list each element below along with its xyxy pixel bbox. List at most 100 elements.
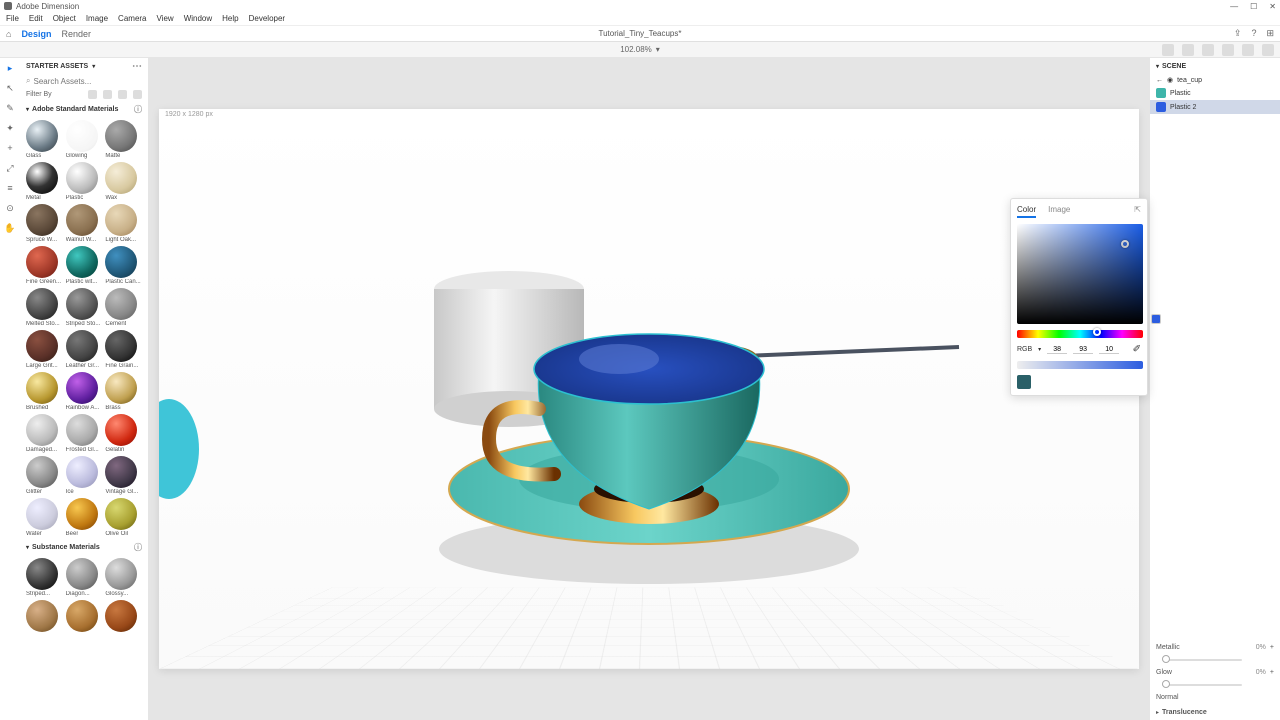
previous-color-swatch[interactable] [1017,375,1031,389]
material-item[interactable]: Wax [105,162,142,201]
viewport[interactable]: 1920 x 1280 px [148,58,1150,720]
material-item[interactable]: Vintage Gl... [105,456,142,495]
mode-design[interactable]: Design [21,29,51,39]
material-item[interactable] [105,600,142,633]
sample-tool[interactable]: ✎ [4,102,16,114]
hand-tool[interactable]: ✋ [4,222,16,234]
b-input[interactable] [1099,346,1119,354]
menu-object[interactable]: Object [53,14,76,23]
add-icon[interactable]: + [1270,669,1274,676]
menu-help[interactable]: Help [222,14,238,23]
camera-bookmark-icon[interactable] [1162,44,1174,56]
expand-icon[interactable]: ⇱ [1134,205,1141,218]
wand-tool[interactable]: ✦ [4,122,16,134]
camera-home-icon[interactable] [1222,44,1234,56]
tab-color[interactable]: Color [1017,205,1036,218]
close-button[interactable]: ✕ [1269,2,1276,11]
move-tool[interactable]: ↖ [4,82,16,94]
tab-image[interactable]: Image [1048,205,1070,218]
camera-undo-icon[interactable] [1182,44,1194,56]
maximize-button[interactable]: ☐ [1250,2,1257,11]
share-icon[interactable]: ⇪ [1234,28,1242,39]
metallic-slider[interactable] [1162,659,1242,661]
filter-materials-icon[interactable] [103,90,112,99]
material-item[interactable]: Diagon... [66,558,103,597]
material-item[interactable]: Glowing [66,120,103,159]
minimize-button[interactable]: — [1230,2,1238,11]
menu-view[interactable]: View [157,14,174,23]
material-item[interactable]: Leather Gr... [66,330,103,369]
material-item[interactable]: Water [26,498,63,537]
g-input[interactable] [1073,346,1093,354]
scale-tool[interactable]: ⤢ [4,162,16,174]
scene-panel-header[interactable]: ▾ SCENE [1150,58,1280,74]
material-item[interactable]: Plastic Can... [105,246,142,285]
material-item[interactable]: Frosted Gl... [66,414,103,453]
add-icon[interactable]: + [1270,644,1274,651]
material-item[interactable]: Metal [26,162,63,201]
material-item[interactable]: Glossy... [105,558,142,597]
prop-normal[interactable]: Normal [1150,690,1280,705]
material-item[interactable]: Brass [105,372,142,411]
select-tool[interactable]: ▸ [4,62,16,74]
prop-translucence[interactable]: ▸ Translucence [1150,705,1280,720]
menu-file[interactable]: File [6,14,19,23]
sv-handle[interactable] [1121,240,1129,248]
section-standard-materials[interactable]: ▾ Adobe Standard Materials ⓘ [20,101,148,118]
material-plastic[interactable]: Plastic [1150,86,1280,100]
material-item[interactable]: Plastic wit... [66,246,103,285]
material-item[interactable]: Plastic [66,162,103,201]
zoom-display[interactable]: 102.08%▾ [620,45,660,54]
material-item[interactable]: Ice [66,456,103,495]
filter-lights-icon[interactable] [118,90,127,99]
menu-window[interactable]: Window [184,14,212,23]
menu-image[interactable]: Image [86,14,108,23]
info-icon[interactable]: ⓘ [134,542,142,553]
material-item[interactable]: Spruce W... [26,204,63,243]
back-icon[interactable]: ← [1156,77,1163,84]
mode-render[interactable]: Render [61,29,91,39]
more-icon[interactable]: ⋯ [132,61,142,72]
material-item[interactable]: Gelatin [105,414,142,453]
camera-frame-icon[interactable] [1242,44,1254,56]
material-item[interactable]: Damaged... [26,414,63,453]
material-item[interactable] [26,600,63,633]
material-item[interactable]: Melted Sto... [26,288,63,327]
material-item[interactable]: Cement [105,288,142,327]
menu-developer[interactable]: Developer [249,14,285,23]
scene-breadcrumb[interactable]: ← ◉ tea_cup [1150,74,1280,86]
menu-camera[interactable]: Camera [118,14,146,23]
hue-slider[interactable] [1017,330,1143,338]
color-mode-dropdown[interactable]: RGB [1017,346,1032,353]
home-button[interactable]: ⌂ [6,29,11,39]
material-item[interactable]: Walnut W... [66,204,103,243]
camera-redo-icon[interactable] [1202,44,1214,56]
material-item[interactable]: Olive Oil [105,498,142,537]
alpha-slider[interactable] [1017,361,1143,369]
filter-images-icon[interactable] [133,90,142,99]
hue-handle[interactable] [1093,328,1101,336]
menu-edit[interactable]: Edit [29,14,43,23]
material-item[interactable]: Glitter [26,456,63,495]
material-item[interactable]: Glass [26,120,63,159]
material-item[interactable]: Fine Grain... [105,330,142,369]
asset-panel-header[interactable]: STARTER ASSETS ▾ ⋯ [20,58,148,74]
section-substance-materials[interactable]: ▾ Substance Materials ⓘ [20,539,148,556]
material-item[interactable]: Large Grit... [26,330,63,369]
material-item[interactable]: Beer [66,498,103,537]
info-icon[interactable]: ⓘ [134,104,142,115]
add-tool[interactable]: + [4,142,16,154]
eyedropper-icon[interactable]: ✐ [1133,344,1141,355]
material-item[interactable]: Fine Green... [26,246,63,285]
zoom-tool[interactable]: ⊙ [4,202,16,214]
align-tool[interactable]: ≡ [4,182,16,194]
material-item[interactable]: Striped... [26,558,63,597]
filter-models-icon[interactable] [88,90,97,99]
saturation-value-field[interactable] [1017,224,1143,324]
material-item[interactable]: Matte [105,120,142,159]
material-item[interactable]: Light Oak... [105,204,142,243]
canvas[interactable]: 1920 x 1280 px [159,109,1139,669]
material-item[interactable] [66,600,103,633]
material-item[interactable]: Brushed [26,372,63,411]
r-input[interactable] [1047,346,1067,354]
